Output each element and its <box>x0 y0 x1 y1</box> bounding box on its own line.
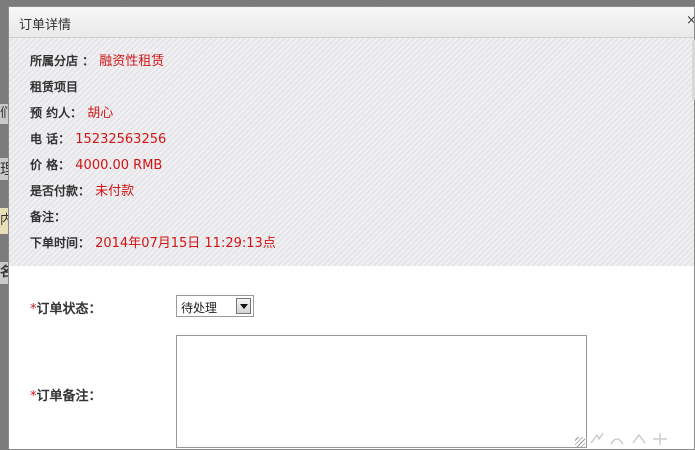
order-info-panel: 所属分店 ： 融资性租赁 租赁项目 预 约人： 胡心 电 话： 15232563… <box>9 38 694 266</box>
info-label: 预 约人： <box>30 106 83 120</box>
info-value: 2014年07月15日 11:29:13点 <box>95 236 276 251</box>
order-status-select[interactable]: 待处理 <box>176 295 254 317</box>
order-status-selected: 待处理 <box>181 301 218 315</box>
info-row-booker: 预 约人： 胡心 <box>30 102 113 122</box>
chevron-down-icon[interactable] <box>236 298 251 314</box>
info-row-paid: 是否付款： 未付款 <box>30 180 134 200</box>
info-row-price: 价 格： 4000.00 RMB <box>30 154 162 174</box>
order-remark-label: *订单备注： <box>30 385 102 404</box>
info-row-phone: 电 话： 15232563256 <box>30 128 166 148</box>
info-label: 备注： <box>30 210 67 224</box>
watermark-icon <box>590 432 667 445</box>
info-label: 所属分店 ： <box>30 54 95 68</box>
info-label: 价 格： <box>30 158 71 172</box>
info-value: 融资性租赁 <box>99 54 165 69</box>
order-remark-input[interactable] <box>176 335 587 448</box>
resize-grip-icon[interactable] <box>575 437 585 447</box>
info-row-order-time: 下单时间： 2014年07月15日 11:29:13点 <box>30 232 276 252</box>
info-value: 4000.00 RMB <box>75 158 163 173</box>
info-label: 下单时间： <box>30 236 91 250</box>
close-icon[interactable]: × <box>686 13 694 28</box>
info-label: 租赁项目 <box>30 80 79 94</box>
info-value: 未付款 <box>95 184 135 199</box>
info-value: 胡心 <box>87 106 114 121</box>
order-status-label-text: 订单状态： <box>36 302 102 317</box>
info-row-branch: 所属分店 ： 融资性租赁 <box>30 50 164 70</box>
info-label: 电 话： <box>30 132 71 146</box>
order-form: *订单状态： 待处理 *订单备注： <box>9 266 694 449</box>
order-remark-label-text: 订单备注： <box>36 389 102 404</box>
dialog-title: 订单详情 <box>19 18 72 33</box>
info-row-project: 租赁项目 <box>30 76 78 96</box>
info-row-note: 备注： <box>30 206 66 226</box>
info-value: 15232563256 <box>75 132 167 147</box>
dialog-titlebar[interactable]: 订单详情 × <box>9 7 694 38</box>
order-status-label: *订单状态： <box>30 298 102 317</box>
info-label: 是否付款： <box>30 184 91 198</box>
order-detail-dialog: 订单详情 × 所属分店 ： 融资性租赁 租赁项目 预 约人： 胡心 电 话： 1… <box>8 6 695 450</box>
